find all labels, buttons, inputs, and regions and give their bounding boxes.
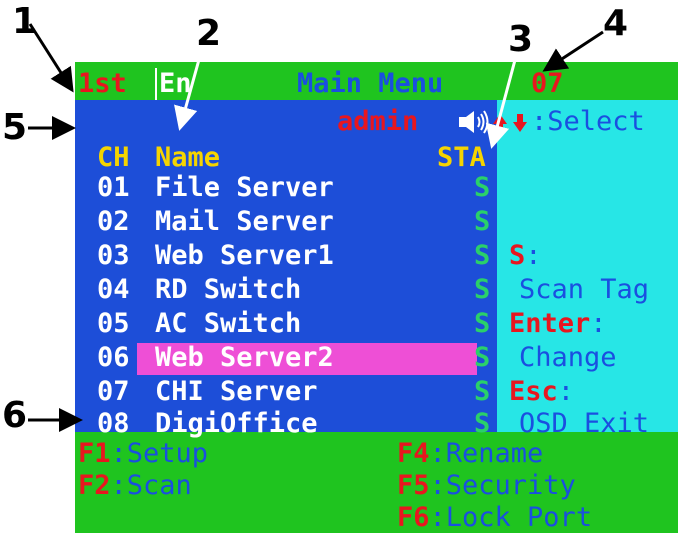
function-key-f1[interactable]: F1:Setup [78, 438, 208, 470]
column-header-ch: CH [97, 142, 130, 173]
port-row-selected[interactable]: 06 Web Server2 S [75, 342, 497, 376]
port-row[interactable]: 02 Mail Server S [75, 206, 497, 240]
port-row[interactable]: 07 CHI Server S [75, 376, 497, 410]
language-label: En [155, 68, 192, 100]
port-channel: 06 [97, 342, 130, 373]
port-status: S [474, 240, 491, 271]
username-label: admin [337, 106, 419, 137]
callout-6: 6 [2, 395, 28, 436]
port-row[interactable]: 08 DigiOffice S [75, 408, 497, 442]
callout-2: 2 [196, 13, 222, 54]
help-key-esc: Esc: [509, 376, 575, 407]
port-status: S [474, 274, 491, 305]
port-channel: 04 [97, 274, 130, 305]
osd-screen: 1st En Main Menu 07 admin :Select CH Nam… [75, 62, 678, 533]
port-row[interactable]: 05 AC Switch S [75, 308, 497, 342]
port-status: S [474, 308, 491, 339]
port-row[interactable]: 04 RD Switch S [75, 274, 497, 308]
callout-3: 3 [508, 19, 534, 60]
port-row[interactable]: 01 File Server S [75, 172, 497, 206]
function-key-f2[interactable]: F2:Scan [78, 470, 192, 502]
help-key-enter: Enter: [509, 308, 607, 339]
help-desc-osd-exit: OSD Exit [519, 408, 650, 439]
column-header-sta: STA [437, 142, 486, 173]
menu-title: Main Menu [297, 68, 444, 99]
help-desc-scan-tag: Scan Tag [519, 274, 650, 305]
select-hint: :Select [531, 106, 645, 137]
callout-4: 4 [603, 3, 629, 44]
port-channel: 05 [97, 308, 130, 339]
callout-5: 5 [2, 107, 28, 148]
title-bar: 1st En Main Menu 07 [75, 62, 678, 100]
port-name: RD Switch [155, 274, 302, 305]
port-status: S [474, 408, 491, 439]
port-channel: 02 [97, 206, 130, 237]
up-down-arrows-icon [493, 114, 527, 132]
user-level-label: 1st [78, 68, 127, 99]
port-name: Web Server2 [155, 342, 334, 373]
help-desc-change: Change [519, 342, 617, 373]
port-row[interactable]: 03 Web Server1 S [75, 240, 497, 274]
callout-1: 1 [12, 1, 38, 42]
port-channel: 07 [97, 376, 130, 407]
port-status: S [474, 206, 491, 237]
port-name: File Server [155, 172, 334, 203]
function-key-f6[interactable]: F6:Lock Port [397, 502, 592, 533]
help-key-s: S: [509, 240, 542, 271]
port-status: S [474, 342, 491, 373]
port-status: S [474, 376, 491, 407]
port-name: Web Server1 [155, 240, 334, 271]
column-header-name: Name [155, 142, 221, 173]
port-name: CHI Server [155, 376, 318, 407]
port-channel: 08 [97, 408, 130, 439]
user-row: admin :Select [75, 100, 678, 140]
port-name: DigiOffice [155, 408, 318, 439]
function-key-f5[interactable]: F5:Security [397, 470, 576, 502]
port-name: AC Switch [155, 308, 302, 339]
speaker-icon [459, 110, 489, 134]
port-channel: 01 [97, 172, 130, 203]
port-name: Mail Server [155, 206, 334, 237]
function-key-f4[interactable]: F4:Rename [397, 438, 543, 470]
port-status: S [474, 172, 491, 203]
port-channel: 03 [97, 240, 130, 271]
port-number-label: 07 [531, 68, 564, 99]
